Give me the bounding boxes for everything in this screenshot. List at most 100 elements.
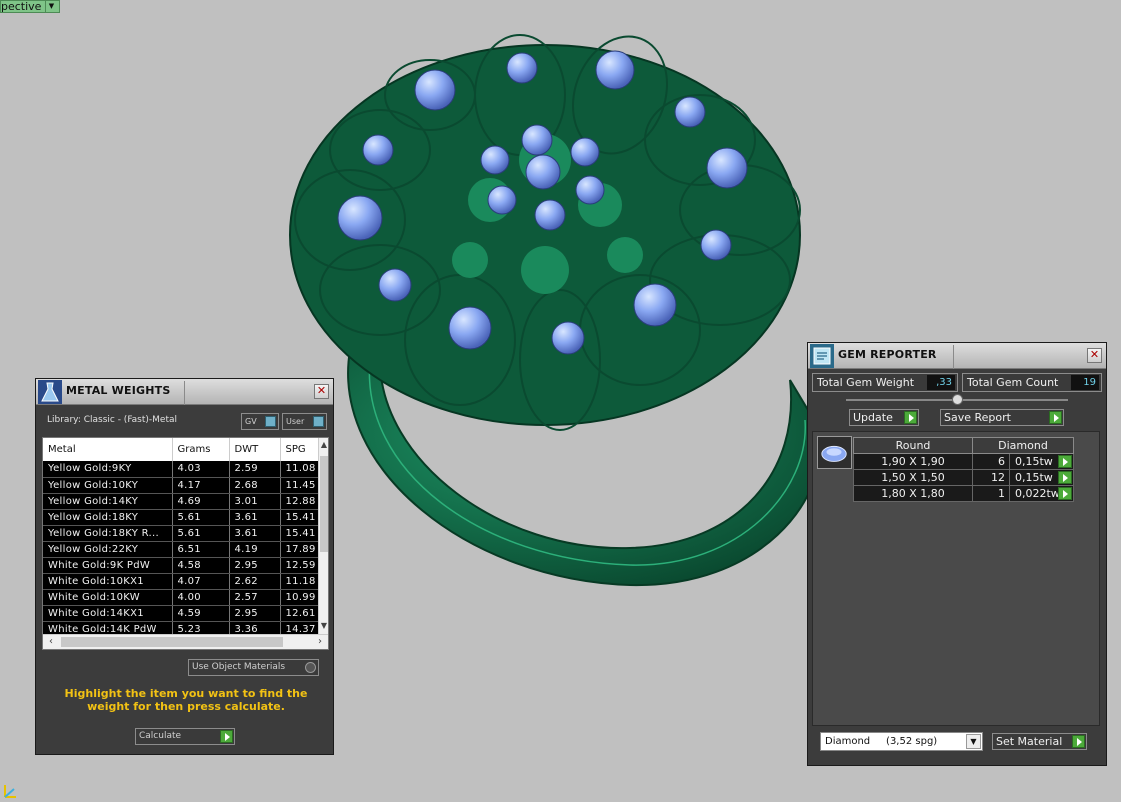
gv-toggle[interactable]: GV [241, 413, 279, 430]
total-gem-weight-label: Total Gem Weight [817, 376, 915, 389]
cell-metal: White Gold:10KX1 [43, 573, 173, 590]
gem-weight: 0,022tw [1015, 487, 1060, 500]
cell-grams: 4.03 [172, 461, 230, 478]
gv-label: GV [245, 417, 257, 426]
col-header-grams[interactable]: Grams [172, 438, 230, 461]
close-icon[interactable]: ✕ [314, 384, 329, 399]
gem-weight: 0,15tw [1015, 471, 1053, 484]
viewport-name: pective [1, 0, 42, 13]
chevron-down-icon[interactable]: ▼ [966, 734, 981, 749]
cell-dwt: 3.01 [229, 493, 281, 510]
title-tab-edge [953, 345, 954, 369]
toggle-knob-icon [265, 416, 276, 427]
table-row[interactable]: Yellow Gold:18KY 5.61 3.61 15.41 [43, 509, 321, 526]
cell-metal: Yellow Gold:9KY [43, 461, 173, 478]
gem-size: 1,90 X 1,90 [853, 453, 973, 470]
user-toggle[interactable]: User [282, 413, 327, 430]
material-select[interactable]: Diamond (3,52 spg) ▼ [820, 732, 983, 751]
col-header-dwt[interactable]: DWT [229, 438, 281, 461]
table-row[interactable]: White Gold:10KX1 4.07 2.62 11.18 [43, 573, 321, 590]
metal-table[interactable]: Metal Grams DWT SPG Yellow Gold:9KY 4.03 2… [42, 437, 329, 650]
col-header-round: Round [853, 437, 973, 454]
cell-metal: Yellow Gold:22KY [43, 541, 173, 558]
cell-spg: 12.61 [280, 605, 321, 622]
gem-size: 1,50 X 1,50 [853, 469, 973, 486]
close-icon[interactable]: ✕ [1087, 348, 1102, 363]
chevron-left-icon[interactable]: ‹ [45, 635, 57, 649]
gem-weight: 0,15tw [1015, 455, 1053, 468]
table-row[interactable]: Yellow Gold:9KY 4.03 2.59 11.08 [43, 461, 321, 478]
cell-grams: 4.58 [172, 557, 230, 574]
cell-dwt: 2.57 [229, 589, 281, 606]
cell-dwt: 2.95 [229, 605, 281, 622]
col-header-metal[interactable]: Metal [43, 438, 173, 461]
update-button[interactable]: Update [849, 409, 919, 426]
col-header-spg[interactable]: SPG [280, 438, 321, 461]
cell-grams: 4.59 [172, 605, 230, 622]
library-label: Library: Classic - (Fast)-Metal [47, 415, 178, 425]
scroll-thumb[interactable] [320, 456, 328, 552]
gem-reporter-titlebar[interactable]: GEM REPORTER ✕ [808, 343, 1106, 369]
table-row[interactable]: Yellow Gold:10KY 4.17 2.68 11.45 [43, 477, 321, 494]
table-row[interactable]: 1,90 X 1,90 6 0,15tw [853, 453, 1074, 470]
metal-weights-titlebar[interactable]: METAL WEIGHTS ✕ [36, 379, 333, 405]
vertical-scrollbar[interactable]: ▲ ▼ [318, 438, 328, 635]
calculate-label: Calculate [139, 731, 182, 741]
gem-table: Round Diamond 1,90 X 1,90 6 0,15tw 1,50 … [853, 437, 1074, 502]
cell-grams: 5.61 [172, 509, 230, 526]
update-label: Update [853, 411, 893, 424]
panel-slider[interactable] [846, 394, 1068, 405]
material-select-value: Diamond (3,52 spg) [825, 736, 938, 747]
cell-metal: Yellow Gold:18KY R... [43, 525, 173, 542]
radio-icon [305, 662, 316, 673]
gem-report-icon [810, 344, 834, 368]
table-row[interactable]: White Gold:9K PdW 4.58 2.95 12.59 [43, 557, 321, 574]
play-arrow-icon[interactable] [1058, 471, 1072, 484]
cell-grams: 4.00 [172, 589, 230, 606]
table-row[interactable]: White Gold:14KX1 4.59 2.95 12.61 [43, 605, 321, 622]
scroll-thumb[interactable] [61, 637, 283, 647]
save-report-button[interactable]: Save Report [940, 409, 1064, 426]
gem-list: Round Diamond 1,90 X 1,90 6 0,15tw 1,50 … [812, 431, 1100, 726]
cell-metal: White Gold:9K PdW [43, 557, 173, 574]
slider-handle[interactable] [952, 394, 963, 405]
gem-size: 1,80 X 1,80 [853, 485, 973, 502]
viewport-label[interactable]: pective ▼ [0, 0, 61, 13]
cell-metal: Yellow Gold:14KY [43, 493, 173, 510]
cell-metal: Yellow Gold:18KY [43, 509, 173, 526]
play-arrow-icon [220, 730, 233, 743]
chevron-down-icon[interactable]: ▼ [319, 621, 328, 633]
panel-title: GEM REPORTER [838, 348, 937, 361]
calculate-button[interactable]: Calculate [135, 728, 235, 745]
cell-dwt: 2.68 [229, 477, 281, 494]
toggle-knob-icon [313, 416, 324, 427]
horizontal-scrollbar[interactable]: ‹ › [43, 634, 328, 649]
cell-dwt: 3.61 [229, 509, 281, 526]
cell-dwt: 2.95 [229, 557, 281, 574]
cell-spg: 11.45 [280, 477, 321, 494]
chevron-down-icon[interactable]: ▼ [45, 1, 56, 12]
play-arrow-icon[interactable] [1058, 455, 1072, 468]
table-row[interactable]: 1,80 X 1,80 1 0,022tw [853, 485, 1074, 502]
table-row[interactable]: Yellow Gold:14KY 4.69 3.01 12.88 [43, 493, 321, 510]
total-gem-count: Total Gem Count 19 [962, 373, 1102, 392]
set-material-label: Set Material [996, 735, 1063, 748]
metal-weights-panel: METAL WEIGHTS ✕ Library: Classic - (Fast… [35, 378, 334, 755]
table-row[interactable]: 1,50 X 1,50 12 0,15tw [853, 469, 1074, 486]
cell-dwt: 4.19 [229, 541, 281, 558]
cell-spg: 11.08 [280, 461, 321, 478]
table-row[interactable]: Yellow Gold:22KY 6.51 4.19 17.89 [43, 541, 321, 558]
cell-spg: 15.41 [280, 509, 321, 526]
use-object-materials-toggle[interactable]: Use Object Materials [188, 659, 319, 676]
gem-count: 6 [972, 453, 1010, 470]
gem-count: 12 [972, 469, 1010, 486]
play-arrow-icon [904, 411, 917, 424]
play-arrow-icon[interactable] [1058, 487, 1072, 500]
table-row[interactable]: White Gold:10KW 4.00 2.57 10.99 [43, 589, 321, 606]
table-row[interactable]: Yellow Gold:18KY R... 5.61 3.61 15.41 [43, 525, 321, 542]
chevron-up-icon[interactable]: ▲ [319, 440, 328, 452]
round-diamond-icon[interactable] [817, 436, 852, 469]
chevron-right-icon[interactable]: › [314, 635, 326, 649]
set-material-button[interactable]: Set Material [992, 733, 1087, 750]
cell-spg: 12.59 [280, 557, 321, 574]
